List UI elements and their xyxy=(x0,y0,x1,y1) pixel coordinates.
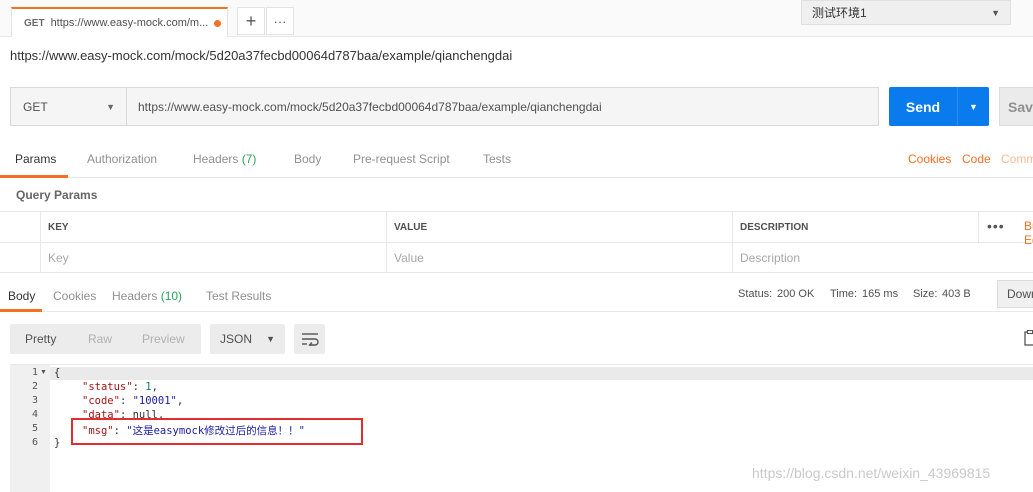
key-input[interactable]: Key xyxy=(40,243,386,273)
pretty-button[interactable]: Pretty xyxy=(25,332,56,346)
raw-button[interactable]: Raw xyxy=(88,332,112,346)
json-key: "status" xyxy=(82,381,133,393)
unsaved-dot-icon xyxy=(214,19,221,27)
size-value[interactable]: 403 B xyxy=(942,288,971,300)
tab-response-headers-label: Headers xyxy=(112,289,158,303)
copy-icon[interactable] xyxy=(1024,330,1033,346)
time-value[interactable]: 165 ms xyxy=(862,288,898,300)
tab-response-headers[interactable]: Headers (10) xyxy=(112,289,182,303)
code-line: "status": 1, xyxy=(82,381,158,393)
query-params-title: Query Params xyxy=(16,188,98,202)
column-key: KEY xyxy=(40,212,386,242)
tab-title: https://www.easy-mock.com/m... xyxy=(50,17,209,29)
environment-label: 测试环境1 xyxy=(812,6,867,20)
more-options-icon[interactable]: ••• xyxy=(987,218,1005,234)
save-button[interactable]: Save xyxy=(999,87,1033,126)
column-description: DESCRIPTION xyxy=(732,212,978,242)
tab-headers-label: Headers xyxy=(193,152,239,166)
tab-test-results[interactable]: Test Results xyxy=(206,289,271,303)
chevron-down-icon: ▼ xyxy=(991,7,1000,18)
response-tabs: Body Cookies Headers (10) Test Results S… xyxy=(0,280,1033,312)
annotation-highlight-box xyxy=(71,418,363,445)
line-number: 6 xyxy=(31,437,38,448)
line-number: 4 xyxy=(31,409,38,420)
line-number: 3 xyxy=(31,395,38,406)
line-number: 1 xyxy=(31,367,38,378)
headers-count: (7) xyxy=(241,152,257,166)
environment-select[interactable]: 测试环境1 ▼ xyxy=(801,0,1011,25)
checkbox-column xyxy=(0,212,40,242)
brace-close: } xyxy=(54,437,61,449)
send-options-chevron-icon[interactable]: ▼ xyxy=(958,102,989,112)
fold-arrow-icon[interactable]: ▼ xyxy=(40,369,47,376)
cookies-link[interactable]: Cookies xyxy=(908,152,951,166)
chevron-down-icon: ▼ xyxy=(106,101,115,112)
format-type-label: JSON xyxy=(220,332,253,346)
send-button[interactable]: Send ▼ xyxy=(889,87,989,126)
query-params-table: KEY VALUE DESCRIPTION ••• Bulk Edit Key … xyxy=(0,211,1033,273)
tab-strip: GET https://www.easy-mock.com/m... + ···… xyxy=(0,0,1033,37)
send-label: Send xyxy=(905,98,941,115)
more-tabs-button[interactable]: ··· xyxy=(266,7,294,35)
status-value[interactable]: 200 OK xyxy=(777,288,814,300)
response-headers-count: (10) xyxy=(160,289,183,303)
column-value: VALUE xyxy=(386,212,732,242)
status-label: Status: xyxy=(738,288,773,300)
watermark: https://blog.csdn.net/weixin_43969815 xyxy=(752,465,991,481)
wrap-lines-button[interactable] xyxy=(294,324,325,354)
json-value: "10001" xyxy=(132,395,177,407)
description-input[interactable]: Description xyxy=(732,243,1033,273)
code-line: { xyxy=(54,367,60,379)
method-label: GET xyxy=(23,99,48,114)
tab-body[interactable]: Body xyxy=(294,152,321,166)
request-name: https://www.easy-mock.com/mock/5d20a37fe… xyxy=(10,48,513,63)
tab-headers[interactable]: Headers (7) xyxy=(193,152,256,166)
tab-response-cookies[interactable]: Cookies xyxy=(53,289,96,303)
url-input[interactable]: https://www.easy-mock.com/mock/5d20a37fe… xyxy=(126,87,879,126)
tab-authorization[interactable]: Authorization xyxy=(87,152,157,166)
tab-response-body[interactable]: Body xyxy=(8,289,35,303)
tab-tests[interactable]: Tests xyxy=(483,152,511,166)
line-number: 5 xyxy=(31,423,38,434)
time-label: Time: xyxy=(830,288,858,300)
download-button[interactable]: Download xyxy=(997,280,1033,308)
method-select[interactable]: GET ▼ xyxy=(10,87,127,126)
format-toggle: Pretty Raw Preview xyxy=(10,324,201,354)
format-type-select[interactable]: JSON ▼ xyxy=(210,324,285,354)
tab-prerequest-script[interactable]: Pre-request Script xyxy=(353,152,450,166)
row-checkbox xyxy=(0,243,40,273)
tab-method: GET xyxy=(24,17,45,29)
table-row: Key Value Description xyxy=(0,243,1033,274)
new-tab-button[interactable]: + xyxy=(237,7,265,35)
tab-params[interactable]: Params xyxy=(15,152,56,166)
request-tab[interactable]: GET https://www.easy-mock.com/m... xyxy=(11,7,228,37)
request-tabs: Params Authorization Headers (7) Body Pr… xyxy=(0,142,1033,178)
json-key: "code" xyxy=(82,395,120,407)
chevron-down-icon: ▼ xyxy=(266,334,275,344)
line-number: 2 xyxy=(31,381,38,392)
preview-button[interactable]: Preview xyxy=(142,332,185,346)
code-line: "code": "10001", xyxy=(82,395,184,407)
size-label: Size: xyxy=(913,288,938,300)
wrap-lines-icon xyxy=(301,333,319,346)
value-input[interactable]: Value xyxy=(386,243,732,273)
code-link[interactable]: Code xyxy=(962,152,991,166)
table-header-row: KEY VALUE DESCRIPTION ••• Bulk Edit xyxy=(0,212,1033,247)
code-line: } xyxy=(54,437,60,449)
comments-link[interactable]: Comments xyxy=(1001,152,1033,166)
active-response-tab-indicator xyxy=(0,309,42,312)
brace-open: { xyxy=(54,367,61,379)
active-line-highlight xyxy=(50,367,1033,380)
active-tab-indicator xyxy=(0,175,68,178)
